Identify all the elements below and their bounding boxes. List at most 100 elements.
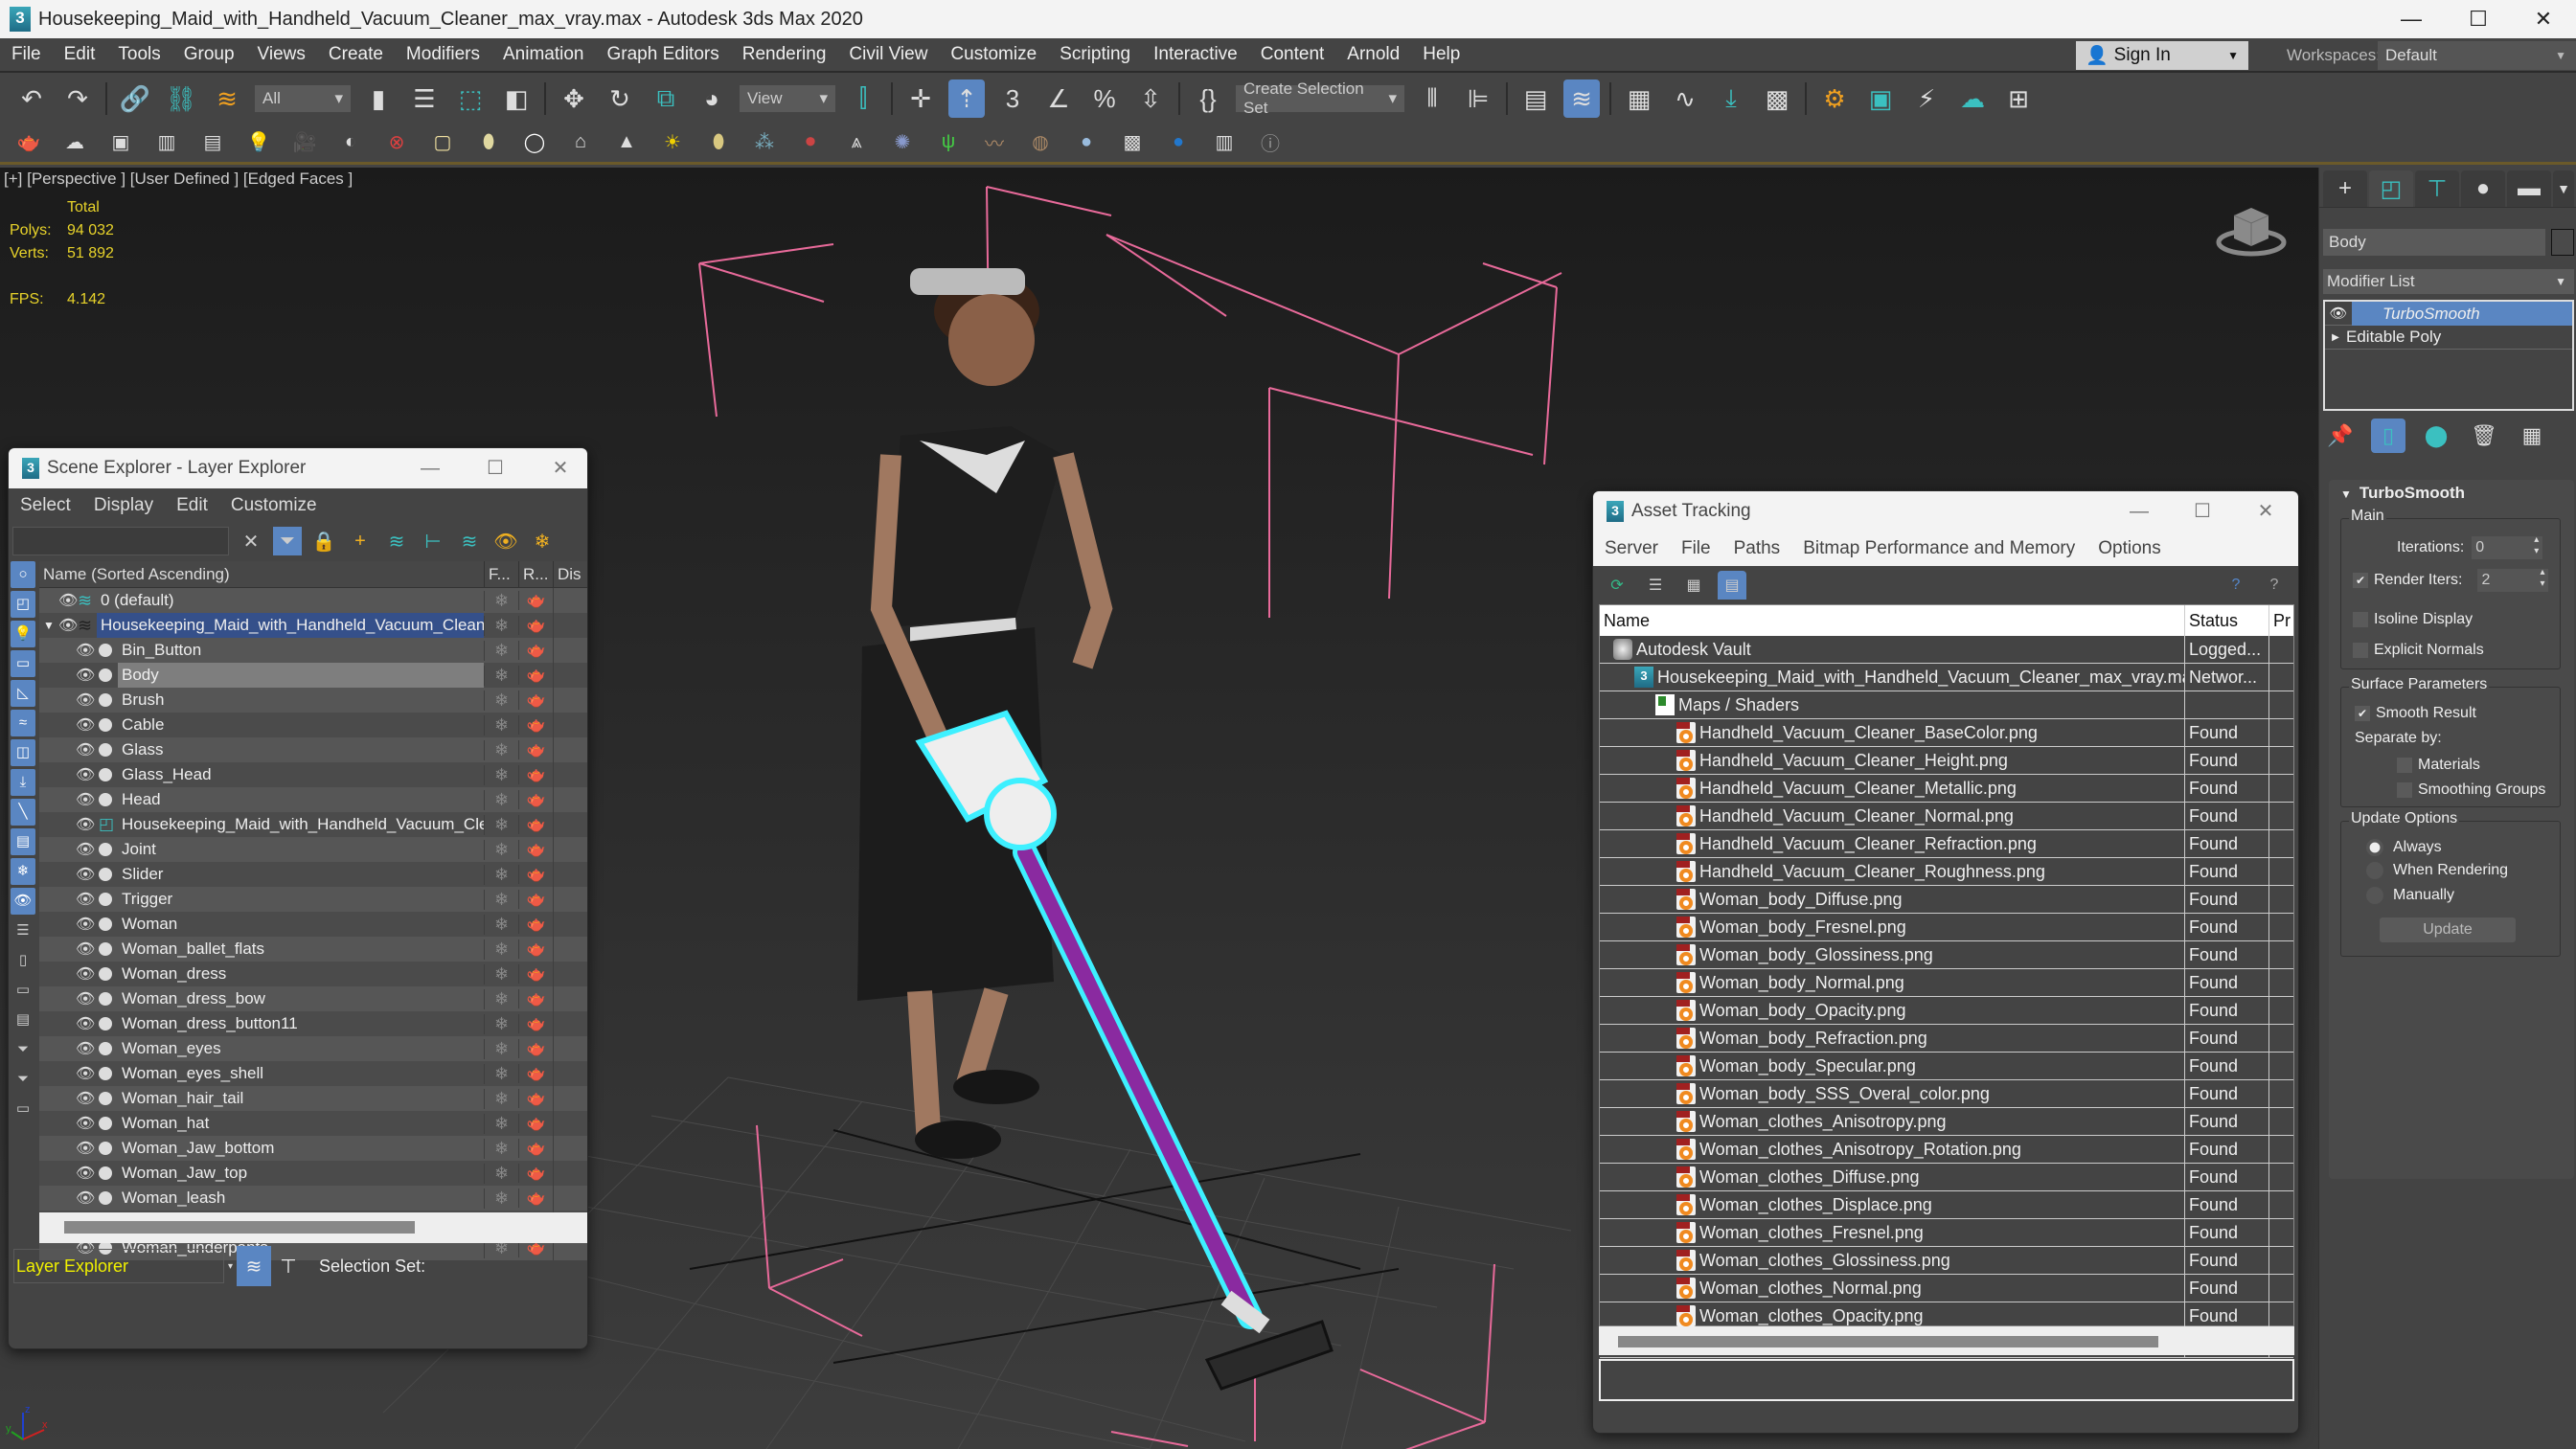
viewport-label[interactable]: [+] [Perspective ] [User Defined ] [Edge… — [4, 170, 353, 189]
bones-filter-icon[interactable]: ╲ — [11, 799, 35, 826]
menu-group[interactable]: Group — [172, 44, 246, 65]
angle-snap-icon[interactable]: ∠ — [1040, 79, 1077, 118]
configure-modifier-sets-icon[interactable]: ▦ — [2515, 419, 2549, 453]
display-cell[interactable] — [553, 862, 587, 887]
object-name[interactable]: Head — [118, 787, 484, 812]
display-cell[interactable] — [553, 588, 587, 613]
asset-row[interactable]: 3 Housekeeping_Maid_with_Handheld_Vacuum_… — [1600, 664, 2293, 691]
close-icon[interactable]: ✕ — [2512, 0, 2575, 38]
render-cloud-icon[interactable]: ☁ — [1954, 79, 1991, 118]
display-cell[interactable] — [553, 638, 587, 663]
asset-row[interactable]: Handheld_Vacuum_Cleaner_Metallic.png Foun… — [1600, 775, 2293, 803]
display-cell[interactable] — [553, 812, 587, 837]
smoothing-groups-checkbox[interactable] — [2397, 782, 2412, 798]
lock-icon[interactable]: 🔒 — [309, 527, 338, 555]
geometry-filter-icon[interactable]: ○ — [11, 561, 35, 588]
renderable-teapot-icon[interactable]: 🫖 — [518, 740, 553, 759]
manually-radio[interactable] — [2366, 887, 2383, 904]
link-icon[interactable]: 🔗 — [117, 79, 153, 118]
minimize-icon[interactable]: — — [2380, 0, 2443, 38]
asset-row[interactable]: Woman_body_Glossiness.png Found — [1600, 941, 2293, 969]
menu-file[interactable]: File — [0, 44, 53, 65]
minimize-icon[interactable]: — — [2110, 491, 2168, 532]
object-row[interactable]: 👁 Brush ❄ 🫖 — [39, 688, 587, 713]
groups-filter-icon[interactable]: ◫ — [11, 739, 35, 766]
eye-icon[interactable]: 👁 — [76, 840, 95, 859]
lights-filter-icon[interactable]: 💡 — [11, 621, 35, 647]
renderable-teapot-icon[interactable]: 🫖 — [518, 691, 553, 710]
asset-row[interactable]: Handheld_Vacuum_Cleaner_Roughness.png Fou… — [1600, 858, 2293, 886]
materials-checkbox[interactable] — [2397, 758, 2412, 773]
display-cell[interactable] — [553, 688, 587, 713]
camera-3-icon[interactable]: ⊗ — [381, 126, 412, 159]
freeze-icon[interactable]: ❄ — [484, 1088, 518, 1109]
menu-animation[interactable]: Animation — [491, 44, 596, 65]
scrollbar-thumb[interactable] — [64, 1221, 415, 1234]
object-row[interactable]: 👁 Woman_hair_tail ❄ 🫖 — [39, 1086, 587, 1111]
list-view-icon[interactable]: ☰ — [1641, 571, 1670, 600]
named-selection-dropdown[interactable]: Create Selection Set ▾ — [1236, 79, 1404, 117]
iterations-spinner[interactable]: 0 — [2472, 534, 2543, 559]
viewport-layout-icon[interactable]: ⊞ — [2000, 79, 2037, 118]
render-window-icon[interactable]: ▣ — [105, 126, 136, 159]
light-lister-icon[interactable]: 💡 — [243, 126, 274, 159]
asset-row[interactable]: Woman_clothes_Displace.png Found — [1600, 1191, 2293, 1219]
sphere-icon[interactable]: ● — [1071, 126, 1102, 159]
layer-name[interactable]: 0 (default) — [97, 588, 484, 613]
display-all-icon[interactable]: ☰ — [11, 917, 35, 944]
freeze-icon[interactable]: ❄ — [484, 665, 518, 686]
object-name[interactable]: Woman_dress — [118, 962, 484, 986]
grass-icon[interactable]: ψ — [933, 126, 964, 159]
eye-icon[interactable]: 👁 — [76, 1164, 95, 1183]
particles-icon[interactable]: ⚫ — [795, 126, 826, 159]
stack-item-turbosmooth[interactable]: 👁 TurboSmooth — [2325, 301, 2572, 326]
menu-arnold[interactable]: Arnold — [1335, 44, 1411, 65]
fur-icon[interactable]: ⁂ — [749, 126, 780, 159]
eye-icon[interactable]: 👁 — [76, 1064, 95, 1083]
eye-icon[interactable]: 👁 — [76, 1139, 95, 1158]
eye-icon[interactable]: 👁 — [76, 765, 95, 784]
always-radio[interactable] — [2366, 839, 2383, 856]
column-name[interactable]: Name — [1600, 605, 2184, 636]
se-menu-edit[interactable]: Edit — [165, 495, 219, 516]
reference-coord-dropdown[interactable]: View ▾ — [740, 85, 835, 112]
menu-graph-editors[interactable]: Graph Editors — [596, 44, 731, 65]
invert-display-icon[interactable]: ▭ — [11, 977, 35, 1004]
render-setup-icon[interactable]: ⚙ — [1816, 79, 1853, 118]
menu-civil-view[interactable]: Civil View — [837, 44, 939, 65]
asset-row[interactable]: Woman_body_Fresnel.png Found — [1600, 914, 2293, 941]
sign-in-button[interactable]: 👤 Sign In ▼ — [2076, 41, 2248, 70]
render-iters-spinner[interactable]: 2 — [2477, 567, 2549, 592]
menu-modifiers[interactable]: Modifiers — [395, 44, 491, 65]
camera-2-icon[interactable]: ◐ — [335, 126, 366, 159]
maximize-icon[interactable]: ☐ — [467, 448, 524, 488]
keyboard-shortcut-override-icon[interactable]: ⇡ — [948, 79, 985, 118]
freeze-icon[interactable]: ❄ — [484, 1063, 518, 1084]
object-row[interactable]: 👁 Joint ❄ 🫖 — [39, 837, 587, 862]
asset-row[interactable]: Woman_body_Refraction.png Found — [1600, 1025, 2293, 1053]
select-object-icon[interactable]: ▮ — [360, 79, 397, 118]
renderable-teapot-icon[interactable]: 🫖 — [518, 840, 553, 859]
display-cell[interactable] — [553, 1186, 587, 1211]
modifier-list-dropdown[interactable]: Modifier List ▼ — [2323, 269, 2574, 294]
stack-item-editable-poly[interactable]: ▶ Editable Poly — [2325, 326, 2572, 350]
display-cell[interactable] — [553, 737, 587, 762]
eye-icon[interactable]: 👁 — [76, 865, 95, 884]
frozen-filter-icon[interactable]: ❄ — [11, 858, 35, 885]
freeze-icon[interactable]: ❄ — [484, 864, 518, 885]
sphere-light-icon[interactable]: ⬮ — [473, 126, 504, 159]
freeze-icon[interactable]: ❄ — [484, 739, 518, 760]
object-name[interactable]: Housekeeping_Maid_with_Handheld_Vacuum_C… — [118, 812, 484, 837]
asset-row[interactable]: Woman_clothes_Fresnel.png Found — [1600, 1219, 2293, 1247]
renderable-teapot-icon[interactable]: 🫖 — [518, 915, 553, 934]
asset-row[interactable]: Woman_clothes_Anisotropy.png Found — [1600, 1108, 2293, 1136]
object-row[interactable]: 👁 Woman ❄ 🫖 — [39, 912, 587, 937]
object-name[interactable]: Glass_Head — [118, 762, 484, 787]
menu-help[interactable]: Help — [1411, 44, 1471, 65]
scale-icon[interactable]: ⧉ — [648, 79, 684, 118]
display-cell[interactable] — [553, 912, 587, 937]
hair-icon[interactable]: 〰 — [979, 126, 1010, 159]
when-rendering-radio[interactable] — [2366, 862, 2383, 879]
display-cell[interactable] — [553, 887, 587, 912]
eye-icon[interactable]: 👁 — [76, 740, 95, 759]
